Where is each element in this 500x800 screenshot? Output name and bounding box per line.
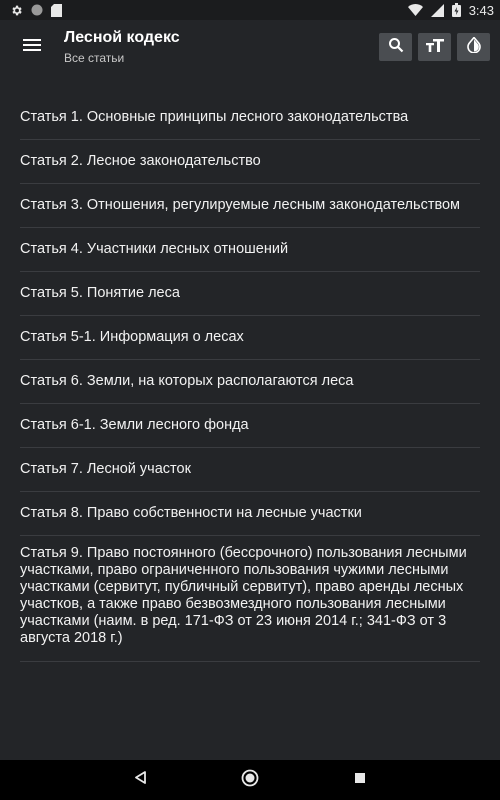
list-item[interactable]: Статья 6-1. Земли лесного фонда bbox=[20, 404, 480, 448]
battery-icon bbox=[451, 3, 461, 17]
menu-button[interactable] bbox=[0, 20, 64, 74]
app-title: Лесной кодекс bbox=[64, 29, 180, 46]
list-item[interactable]: Статья 5-1. Информация о лесах bbox=[20, 316, 480, 360]
list-item[interactable]: Статья 8. Право собственности на лесные … bbox=[20, 492, 480, 536]
hamburger-menu-icon bbox=[23, 38, 41, 56]
list-item[interactable]: Статья 4. Участники лесных отношений bbox=[20, 228, 480, 272]
back-button[interactable] bbox=[128, 768, 152, 792]
status-time: 3:43 bbox=[468, 2, 494, 18]
navigation-bar bbox=[0, 760, 500, 800]
list-item[interactable]: Статья 3. Отношения, регулируемые лесным… bbox=[20, 184, 480, 228]
signal-icon bbox=[430, 3, 444, 17]
search-icon bbox=[388, 37, 404, 58]
status-left bbox=[10, 3, 62, 17]
status-right: 3:43 bbox=[407, 2, 494, 18]
screen: 3:43 Лесной кодекс Все статьи Статья 1. … bbox=[0, 0, 500, 800]
text-size-icon bbox=[425, 38, 444, 57]
list-item[interactable]: Статья 1. Основные принципы лесного зако… bbox=[20, 96, 480, 140]
recents-square-icon bbox=[354, 771, 366, 789]
title-block: Лесной кодекс Все статьи bbox=[64, 28, 180, 66]
wifi-icon bbox=[407, 4, 423, 16]
gear-icon bbox=[10, 4, 23, 17]
status-bar: 3:43 bbox=[0, 0, 500, 20]
list-item[interactable]: Статья 7. Лесной участок bbox=[20, 448, 480, 492]
list-item[interactable]: Статья 2. Лесное законодательство bbox=[20, 140, 480, 184]
text-size-button[interactable] bbox=[418, 33, 451, 61]
theme-button[interactable] bbox=[457, 33, 490, 61]
back-triangle-icon bbox=[134, 771, 146, 789]
circle-icon bbox=[31, 4, 43, 16]
app-bar: Лесной кодекс Все статьи bbox=[0, 20, 500, 74]
list-item[interactable]: Статья 9. Право постоянного (бессрочного… bbox=[20, 536, 480, 662]
recents-button[interactable] bbox=[348, 768, 372, 792]
theme-drop-icon bbox=[466, 35, 481, 58]
list-item[interactable]: Статья 5. Понятие леса bbox=[20, 272, 480, 316]
sd-card-icon bbox=[51, 3, 62, 17]
articles-content: Статья 1. Основные принципы лесного зако… bbox=[0, 74, 500, 760]
articles-list: Статья 1. Основные принципы лесного зако… bbox=[20, 96, 480, 662]
search-button[interactable] bbox=[379, 33, 412, 61]
home-circle-icon bbox=[241, 769, 259, 792]
home-button[interactable] bbox=[238, 768, 262, 792]
app-subtitle: Все статьи bbox=[64, 51, 125, 65]
list-item[interactable]: Статья 6. Земли, на которых располагаютс… bbox=[20, 360, 480, 404]
app-bar-actions bbox=[379, 33, 500, 61]
